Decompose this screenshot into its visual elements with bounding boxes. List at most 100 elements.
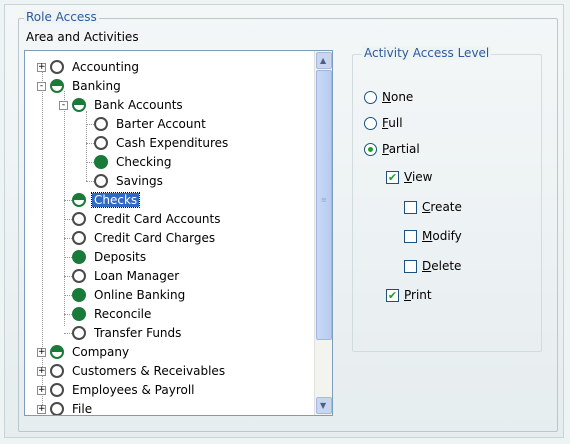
check-print-box[interactable]: ✔ (386, 288, 399, 302)
tree-row[interactable]: Loan Manager (72, 267, 181, 285)
check-modify-accel: M (422, 229, 433, 243)
tree-item-label: Credit Card Charges (94, 231, 216, 245)
check-delete-box[interactable] (404, 259, 417, 273)
check-print-label: rint (411, 288, 432, 302)
radio-partial-accel: P (382, 142, 389, 156)
check-delete-label: elete (431, 259, 462, 273)
radio-none-label: one (390, 90, 414, 104)
access-partial-icon (72, 193, 86, 207)
tree-row[interactable]: Transfer Funds (72, 324, 183, 342)
tree-item-label: File (72, 402, 93, 416)
tree-row[interactable]: - Bank Accounts (59, 96, 185, 114)
area-activity-tree[interactable]: + Accounting - Banking - Bank Accounts Barter … (24, 50, 333, 416)
tree-row[interactable]: Savings (94, 172, 165, 190)
tree-item-label: Checking (116, 155, 172, 169)
area-activities-label: Area and Activities (26, 30, 139, 44)
radio-partial-indicator[interactable] (364, 142, 377, 156)
tree-row[interactable]: Reconcile (72, 305, 153, 323)
check-view-accel: V (404, 170, 412, 184)
tree-row[interactable]: Cash Expenditures (94, 134, 230, 152)
access-full-icon (72, 250, 86, 264)
radio-none[interactable]: None (364, 90, 413, 104)
access-full-icon (72, 307, 86, 321)
expand-icon[interactable]: + (37, 385, 46, 395)
tree-row[interactable]: + File (37, 400, 94, 416)
access-none-icon (94, 117, 108, 131)
tree-item-label: Employees & Payroll (72, 383, 195, 397)
radio-full-indicator[interactable] (364, 116, 377, 130)
tree-item-label: Accounting (72, 60, 140, 74)
tree-row[interactable]: Checks (72, 191, 141, 209)
check-print-accel: P (404, 288, 412, 302)
check-view-box[interactable]: ✔ (386, 170, 399, 184)
check-create[interactable]: Create (404, 200, 462, 214)
radio-full-label: ull (388, 116, 403, 130)
tree-guide (64, 91, 65, 326)
tree-row[interactable]: Barter Account (94, 115, 208, 133)
tree-guide (86, 111, 87, 181)
check-print[interactable]: ✔ Print (386, 288, 432, 302)
tree-item-label: Company (72, 345, 130, 359)
radio-none-accel: N (382, 90, 391, 104)
radio-none-indicator[interactable] (364, 90, 377, 104)
access-none-icon (72, 326, 86, 340)
radio-partial[interactable]: Partial (364, 142, 420, 156)
tree-item-label: Checks (90, 192, 141, 208)
tree-row[interactable]: Checking (94, 153, 173, 171)
tree-item-label: Loan Manager (94, 269, 180, 283)
access-partial-icon (50, 79, 64, 93)
access-none-icon (72, 231, 86, 245)
tree-row[interactable]: - Banking (37, 77, 123, 95)
access-none-icon (94, 174, 108, 188)
tree-item-label: Reconcile (94, 307, 152, 321)
tree-item-label: Banking (72, 79, 121, 93)
tree-row[interactable]: Deposits (72, 248, 148, 266)
tree-item-label: Transfer Funds (94, 326, 182, 340)
tree-item-label: Cash Expenditures (116, 136, 229, 150)
scroll-thumb[interactable]: ≡ (316, 70, 332, 340)
tree-row[interactable]: + Accounting (37, 58, 141, 76)
tree-item-label: Deposits (94, 250, 147, 264)
check-create-label: reate (430, 200, 462, 214)
access-none-icon (72, 269, 86, 283)
check-view[interactable]: ✔ View (386, 170, 432, 184)
access-none-icon (50, 60, 64, 74)
tree-row[interactable]: + Company (37, 343, 131, 361)
tree-row[interactable]: Online Banking (72, 286, 187, 304)
collapse-icon[interactable]: - (59, 100, 68, 110)
scroll-down-icon: ▼ (320, 401, 327, 410)
tree-item-label: Online Banking (94, 288, 186, 302)
radio-partial-label: artial (388, 142, 420, 156)
access-none-icon (50, 364, 64, 378)
access-full-icon (94, 155, 108, 169)
scroll-down-button[interactable]: ▼ (316, 397, 332, 414)
tree-row[interactable]: Credit Card Accounts (72, 210, 223, 228)
scroll-up-button[interactable]: ▲ (316, 52, 332, 69)
access-full-icon (72, 288, 86, 302)
radio-full[interactable]: Full (364, 116, 403, 130)
tree-item-label: Customers & Receivables (72, 364, 226, 378)
tree-item-label: Credit Card Accounts (94, 212, 221, 226)
tree-scrollbar[interactable]: ▲ ≡ ▼ (314, 51, 332, 415)
access-level-title: Activity Access Level (362, 46, 492, 60)
tree-item-label: Bank Accounts (94, 98, 183, 112)
tree-row[interactable]: + Customers & Receivables (37, 362, 227, 380)
access-none-icon (50, 402, 64, 415)
expand-icon[interactable]: + (37, 347, 46, 357)
check-delete[interactable]: Delete (404, 259, 461, 273)
access-none-icon (72, 212, 86, 226)
check-modify-box[interactable] (404, 229, 417, 243)
expand-icon[interactable]: + (37, 62, 46, 72)
tree-row[interactable]: + Employees & Payroll (37, 381, 197, 399)
group-title: Role Access (24, 10, 99, 24)
scroll-up-icon: ▲ (320, 56, 327, 65)
expand-icon[interactable]: + (37, 404, 46, 414)
expand-icon[interactable]: + (37, 366, 46, 376)
check-modify[interactable]: Modify (404, 229, 462, 243)
collapse-icon[interactable]: - (37, 81, 46, 91)
tree-row[interactable]: Credit Card Charges (72, 229, 217, 247)
grip-icon: ≡ (321, 196, 327, 204)
check-create-box[interactable] (404, 200, 417, 214)
check-view-label: iew (411, 170, 433, 184)
access-partial-icon (72, 98, 86, 112)
